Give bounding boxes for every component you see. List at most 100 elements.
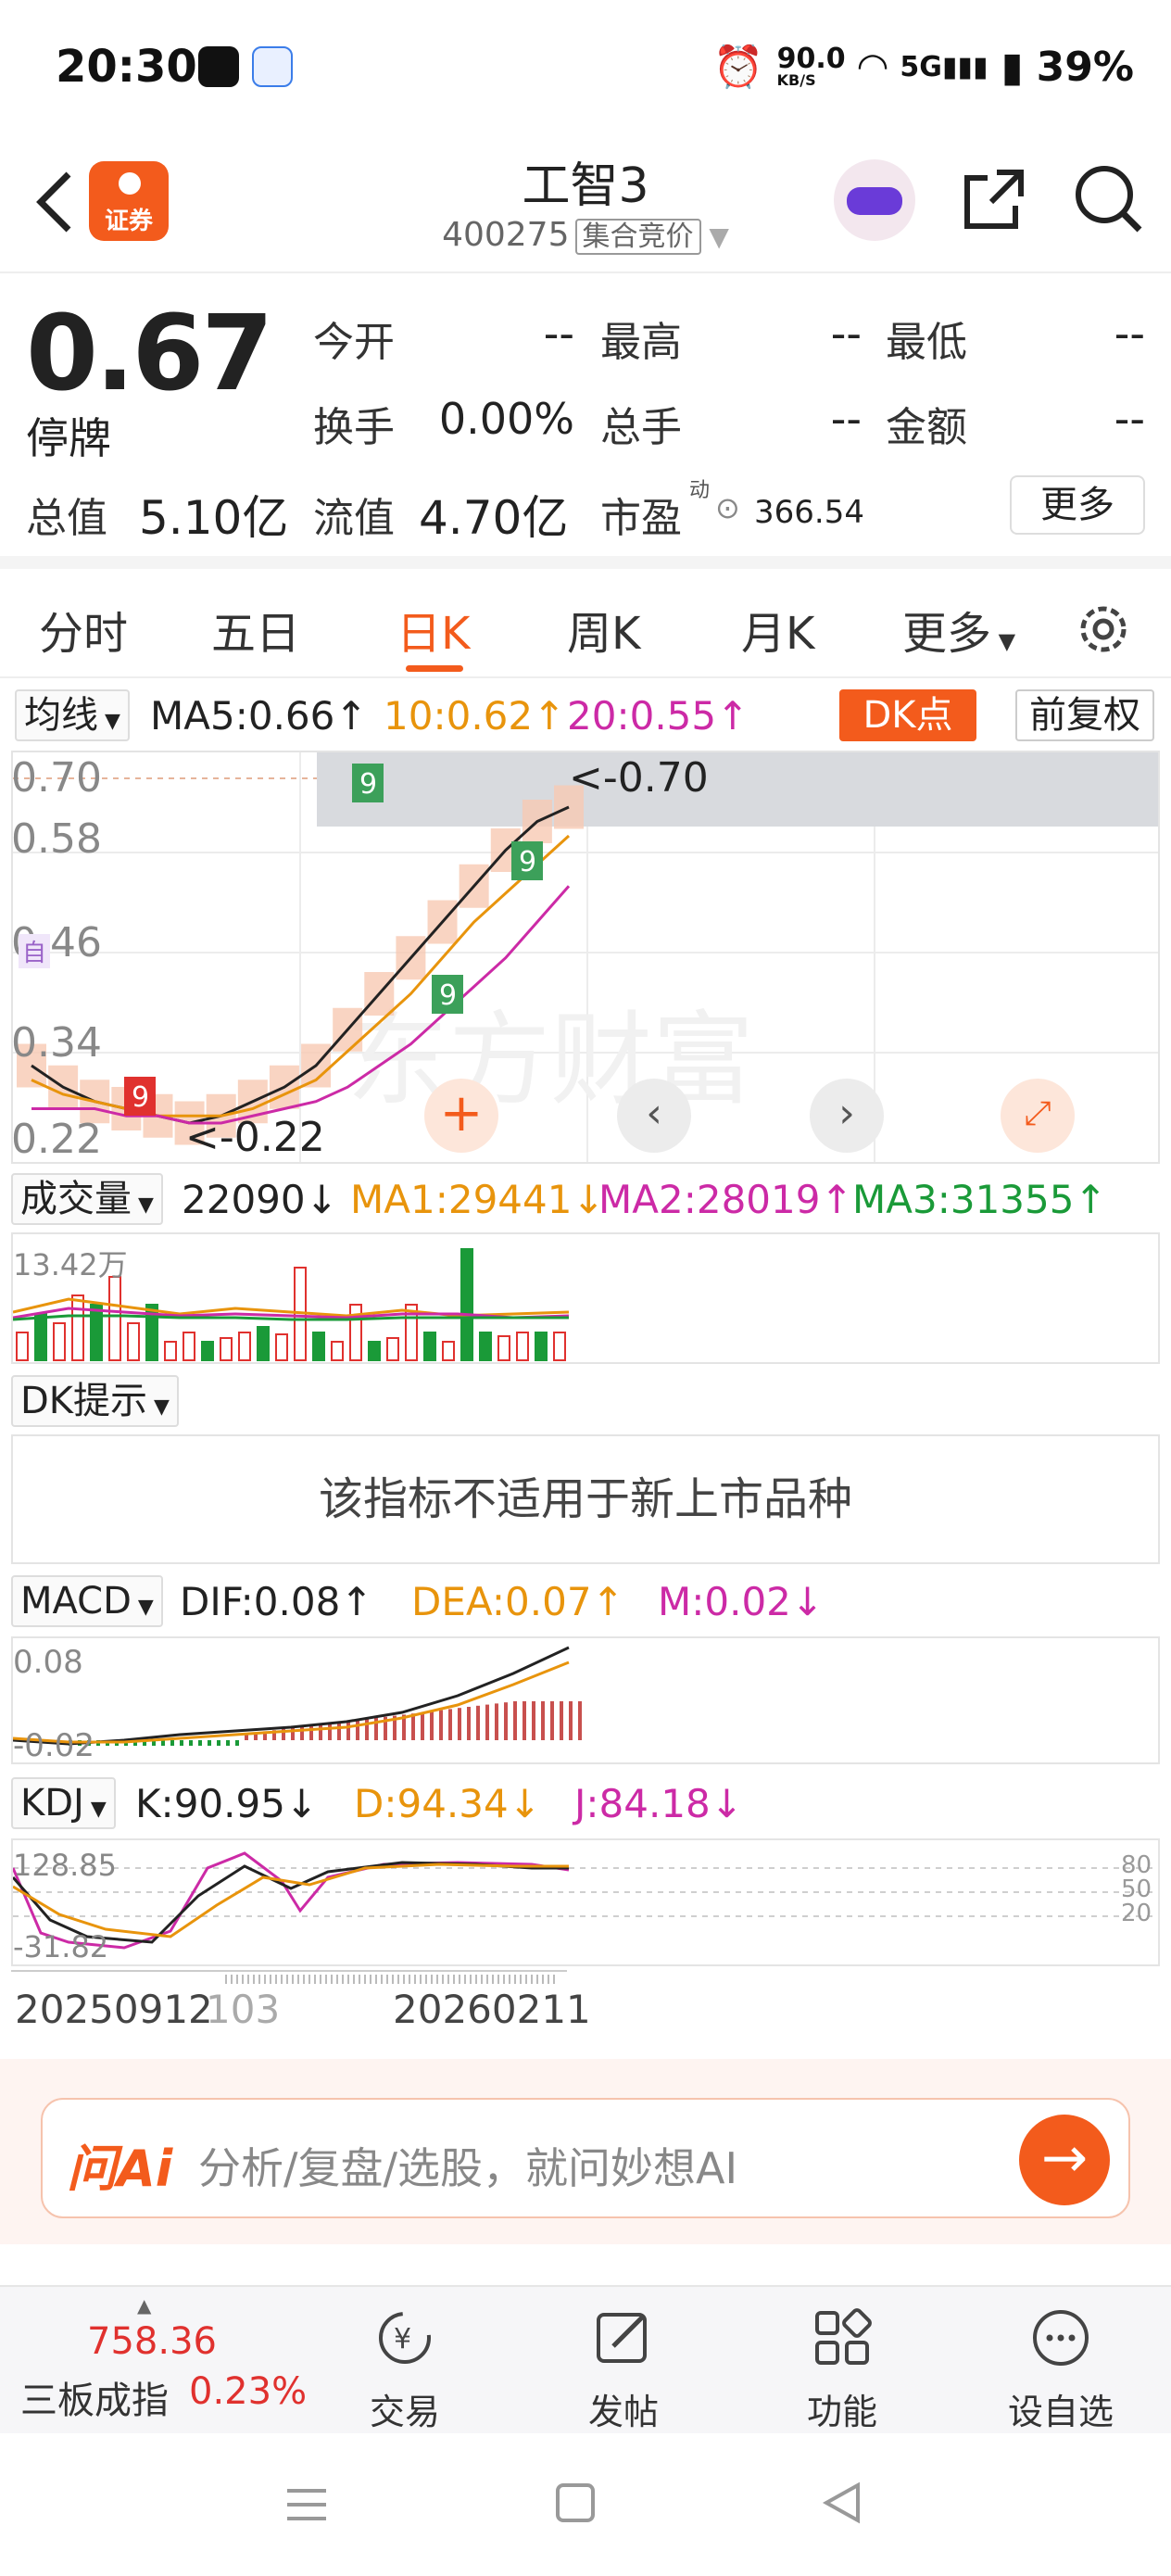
macd-bar [578,1701,582,1740]
volume-bar [312,1332,325,1361]
more-circle-icon [1033,2310,1089,2366]
kdj-j: J:84.18↓ [574,1781,743,1826]
min-price-label: <-0.22 [185,1114,325,1161]
svg-text:9: 9 [132,1081,149,1114]
vol-ma1: MA1:29441↓ [350,1177,605,1222]
macd-bar [337,1722,341,1740]
date-start: 20250912 [15,1987,213,2032]
macd-bar [226,1740,230,1746]
index-change[interactable]: 0.23% [189,2370,307,2413]
indicator-selector-dk[interactable]: DK提示 ▼ [11,1375,179,1427]
macd-bar [217,1740,220,1746]
alarm-icon: ⏰ [712,44,764,91]
vol-ma3: MA3:31355↑ [852,1177,1107,1222]
adjust-mode-button[interactable]: 前复权 [1015,689,1154,741]
ai-input[interactable]: 问Ai 分析/复盘/选股，就问妙想AI → [41,2098,1130,2218]
home-icon[interactable] [554,2481,597,2524]
amount-value: -- [1114,394,1145,444]
caret-down-icon: ▼ [131,1596,154,1619]
indicator-selector-volume[interactable]: 成交量 ▼ [11,1173,163,1225]
volume-bar [201,1341,214,1361]
ai-assistant-icon[interactable] [834,159,915,241]
macd-bar [523,1701,526,1740]
chevron-down-icon[interactable]: ▼ [701,221,729,252]
divider [0,556,1171,569]
pe-label: 市盈 [600,495,682,542]
kline-panel[interactable]: 东方财富 9 9 9 9 0.70 0.58 0.46 0.34 0.22 <-… [11,751,1160,1164]
search-icon[interactable] [1071,161,1145,235]
arrow-right-icon[interactable]: → [1019,2115,1110,2205]
macd-m: M:0.02↓ [658,1579,825,1624]
stock-code: 400275 [442,216,570,254]
pe-value: 366.54 [754,494,864,531]
nav-post[interactable]: 发帖 [554,2305,693,2434]
macd-chart [13,1646,582,1746]
ai-logo: 问Ai [67,2140,173,2198]
macd-bar [476,1705,480,1740]
indicator-selector-ma[interactable]: 均线 ▼ [15,689,130,741]
turnover-value: 0.00% [438,394,574,444]
tab-intraday[interactable]: 分时 [39,597,128,662]
kdj-panel[interactable]: 128.85 -31.82 80 50 20 [11,1838,1160,1966]
pe-info-icon[interactable]: ⊙ [715,490,740,525]
menu-icon[interactable] [283,2481,330,2528]
high-value: -- [830,309,862,359]
caret-up-icon[interactable]: ▲ [137,2294,151,2317]
volume-label: 总手 [600,404,682,451]
macd-bar [319,1724,322,1740]
add-drawing-button[interactable]: + [424,1079,498,1153]
macd-bar [235,1740,239,1746]
dk-legend: DK提示 ▼ [0,1375,1171,1431]
wifi-icon: ◠ [858,45,888,88]
y-label-bottom: 0.22 [11,1116,102,1163]
volume-bar [331,1341,344,1361]
volume-bar [238,1332,251,1361]
macd-bar [513,1701,517,1740]
app-notification-icon [252,46,293,87]
index-name[interactable]: 三板成指 [20,2370,169,2424]
volume-bar [368,1341,381,1361]
fullscreen-icon[interactable]: ⤢ [1001,1079,1075,1153]
back-nav-icon[interactable] [819,2480,865,2526]
svg-text:9: 9 [359,768,377,801]
kline-chart: 东方财富 9 9 9 9 [13,752,1158,1162]
macd-bar [421,1712,424,1740]
y-label-top: 0.70 [11,754,102,802]
tab-weekly-k[interactable]: 周K [567,597,640,662]
tab-monthly-k[interactable]: 月K [741,597,814,662]
bottom-nav: ▲ 758.36 三板成指 0.23% ¥ 交易 发帖 功能 设自选 [0,2285,1171,2433]
gear-icon[interactable] [1073,599,1134,660]
index-value[interactable]: 758.36 [87,2320,217,2363]
nav-functions[interactable]: 功能 [773,2305,912,2434]
trading-status: 停牌 [26,413,111,463]
indicator-selector-macd[interactable]: MACD ▼ [11,1575,163,1627]
dk-point-button[interactable]: DK点 [839,689,976,741]
caret-down-icon: ▼ [98,710,120,733]
volume-bar [164,1341,177,1361]
battery-level: 39% [1036,43,1134,91]
macd-panel[interactable]: 0.08 -0.02 [11,1636,1160,1764]
tab-more[interactable]: 更多 ▼ [902,597,1015,662]
indicator-selector-kdj[interactable]: KDJ ▼ [11,1777,116,1829]
macd-dea: DEA:0.07↑ [411,1579,624,1624]
svg-text:¥: ¥ [394,2323,411,2355]
volume-panel[interactable]: 13.42万 [11,1232,1160,1364]
macd-bar [495,1703,498,1740]
nav-trade[interactable]: ¥ 交易 [335,2305,474,2434]
volume-bar [423,1332,436,1361]
pe-type: 动 [689,479,711,502]
more-quote-button[interactable]: 更多 [1010,475,1145,535]
nav-add-watchlist[interactable]: 设自选 [991,2305,1130,2434]
tab-five-day[interactable]: 五日 [211,597,300,662]
trade-icon: ¥ [379,2312,431,2364]
share-icon[interactable] [960,165,1028,234]
tab-daily-k[interactable]: 日K [397,597,470,662]
next-candle-button[interactable]: › [810,1079,884,1153]
macd-bar [439,1710,443,1740]
macd-bar [189,1740,193,1746]
svg-text:9: 9 [519,846,536,878]
macd-bar [170,1740,174,1746]
battery-icon: ▮ [1001,43,1024,91]
volume-max-label: 13.42万 [13,1247,128,1282]
prev-candle-button[interactable]: ‹ [617,1079,691,1153]
